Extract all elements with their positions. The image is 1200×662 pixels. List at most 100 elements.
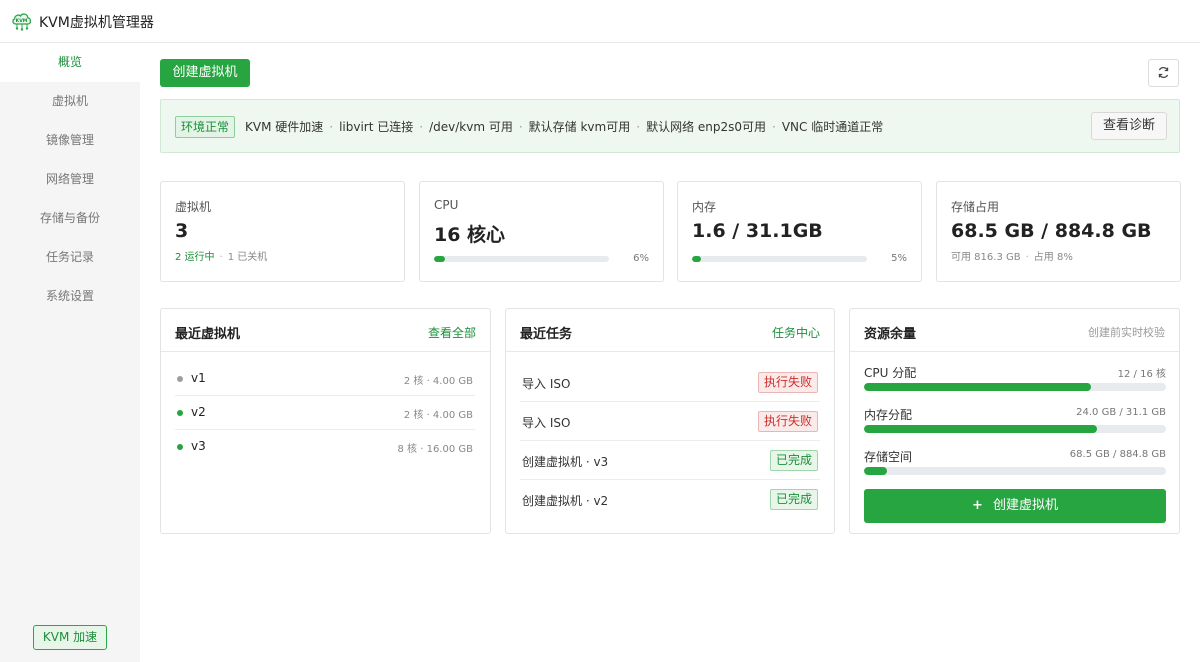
task-list-item[interactable]: 创建虚拟机 · v3 已完成 [520,441,820,480]
resource-value: 12 / 16 核 [1117,369,1166,380]
resource-bar-fill [864,467,888,475]
resource-label: CPU 分配 [864,366,917,380]
resource-memory-row: 内存分配 24.0 GB / 31.1 GB [864,406,1166,442]
stat-label: 虚拟机 [175,200,212,214]
resource-value: 68.5 GB / 884.8 GB [1069,449,1166,460]
view-all-vms-link[interactable]: 查看全部 [428,324,476,341]
sidebar-item-storage[interactable]: 存储与备份 [0,199,140,238]
memory-usage-fill [692,256,701,262]
memory-usage-bar [692,256,867,262]
task-name: 创建虚拟机 · v2 [522,494,609,508]
environment-ok-tag: 环境正常 [175,116,236,138]
kvm-cloud-logo-icon: KVM [12,13,32,31]
sidebar-item-vms[interactable]: 虚拟机 [0,82,140,121]
sidebar-item-tasks[interactable]: 任务记录 [0,238,140,277]
panel-title: 最近虚拟机 [175,327,241,342]
task-center-link[interactable]: 任务中心 [772,324,820,341]
storage-summary: 可用 816.3 GB · 占用 8% [951,252,1073,263]
app-title: KVM虚拟机管理器 [39,15,154,31]
env-item-storage: 默认存储 kvm可用 [528,120,631,134]
create-vm-button-bottom[interactable]: + 创建虚拟机 [864,489,1166,523]
vm-spec: 2 核 · 4.00 GB [403,376,473,387]
vm-status-summary: 2 运行中 · 1 已关机 [175,252,268,263]
panel-header: 资源余量 创建前实时校验 [850,309,1179,352]
refresh-button[interactable] [1148,59,1179,87]
stat-label: CPU [434,198,459,212]
refresh-icon [1158,67,1169,78]
view-diagnostics-button[interactable]: 查看诊断 [1091,112,1167,140]
stat-value: 1.6 / 31.1GB [692,220,823,242]
env-item-dev-kvm: /dev/kvm 可用 [429,120,513,134]
panel-title: 资源余量 [864,327,917,342]
panel-note: 创建前实时校验 [1088,326,1165,339]
task-list-item[interactable]: 导入 ISO 执行失败 [520,363,820,402]
stat-value: 68.5 GB / 884.8 GB [951,220,1152,242]
environment-status-banner: 环境正常 KVM 硬件加速 · libvirt 已连接 ·/dev/kvm 可用 · 默认… [160,99,1180,153]
create-vm-label: 创建虚拟机 [992,498,1058,513]
resource-cpu-row: CPU 分配 12 / 16 核 [864,364,1166,400]
task-name: 导入 ISO [522,416,571,430]
sidebar-item-settings[interactable]: 系统设置 [0,277,140,316]
env-item-kvm: KVM 硬件加速 [245,120,324,134]
resource-bar [864,425,1166,433]
vm-list-item[interactable]: v2 2 核 · 4.00 GB [175,396,475,430]
vm-name: v2 [191,405,206,419]
panel-header: 最近任务 任务中心 [506,309,834,352]
resource-bar-fill [864,383,1091,391]
logo-text: KVM [16,18,28,24]
task-name: 创建虚拟机 · v3 [522,455,609,469]
resource-label: 存储空间 [864,450,913,464]
env-item-vnc: VNC 临时通道正常 [781,120,884,134]
recent-tasks-panel: 最近任务 任务中心 导入 ISO 执行失败 导入 ISO 执行失败 创建虚拟机 … [505,308,835,534]
vm-spec: 8 核 · 16.00 GB [397,444,474,455]
task-list-item[interactable]: 导入 ISO 执行失败 [520,402,820,441]
panel-title: 最近任务 [520,327,573,342]
task-name: 导入 ISO [522,377,571,391]
stat-label: 内存 [692,200,717,214]
resource-bar [864,383,1166,391]
vm-list-item[interactable]: v1 2 核 · 4.00 GB [175,362,475,396]
vm-status-dot [177,410,183,416]
stat-value: 16 核心 [434,224,506,246]
cpu-usage-fill [434,256,445,262]
vm-name: v3 [191,439,206,453]
panel-header: 最近虚拟机 查看全部 [161,309,490,352]
stat-card-cpu: CPU 16 核心 6% [419,181,664,282]
task-status-badge: 执行失败 [757,372,818,393]
resources-panel: 资源余量 创建前实时校验 CPU 分配 12 / 16 核 内存分配 24.0 … [849,308,1180,534]
task-list-item[interactable]: 创建虚拟机 · v2 已完成 [520,480,820,519]
resource-value: 24.0 GB / 31.1 GB [1076,407,1166,418]
cpu-usage-bar [434,256,609,262]
main-content: 创建虚拟机 环境正常 KVM 硬件加速 · libvirt 已连接 ·/dev/kvm… [140,43,1200,662]
stat-card-memory: 内存 1.6 / 31.1GB 5% [677,181,922,282]
memory-usage-percent: 5% [891,253,907,264]
vm-name: v1 [191,371,206,385]
sidebar-item-images[interactable]: 镜像管理 [0,121,140,160]
task-status-badge: 执行失败 [757,411,818,432]
resource-bar [864,467,1166,475]
vm-status-dot [177,444,183,450]
sidebar: 概览 虚拟机 镜像管理 网络管理 存储与备份 任务记录 系统设置 KVM 加速 [0,43,140,662]
stat-card-vms: 虚拟机 3 2 运行中 · 1 已关机 [160,181,405,282]
kvm-acceleration-badge: KVM 加速 [33,625,107,650]
stat-card-storage: 存储占用 68.5 GB / 884.8 GB 可用 816.3 GB · 占用 8… [936,181,1181,282]
env-item-network: 默认网络 enp2s0可用 [646,120,767,134]
env-item-libvirt: libvirt 已连接 [339,120,414,134]
task-status-badge: 已完成 [769,489,818,510]
vm-spec: 2 核 · 4.00 GB [403,410,473,421]
plus-icon: + [972,498,983,513]
task-status-badge: 已完成 [769,450,818,471]
title-bar: KVM KVM虚拟机管理器 [0,0,1200,43]
vm-list-item[interactable]: v3 8 核 · 16.00 GB [175,430,475,464]
resource-storage-row: 存储空间 68.5 GB / 884.8 GB [864,448,1166,484]
sidebar-item-overview[interactable]: 概览 [0,43,140,82]
sidebar-item-network[interactable]: 网络管理 [0,160,140,199]
resource-bar-fill [864,425,1098,433]
create-vm-button[interactable]: 创建虚拟机 [160,59,250,87]
resource-label: 内存分配 [864,408,913,422]
stat-value: 3 [175,220,189,242]
stat-label: 存储占用 [951,200,1000,214]
recent-vms-panel: 最近虚拟机 查看全部 v1 2 核 · 4.00 GB v2 2 核 · 4.0… [160,308,491,534]
environment-status-text: KVM 硬件加速 · libvirt 已连接 ·/dev/kvm 可用 · 默认存储 kv… [245,120,884,134]
cpu-usage-percent: 6% [633,253,649,264]
